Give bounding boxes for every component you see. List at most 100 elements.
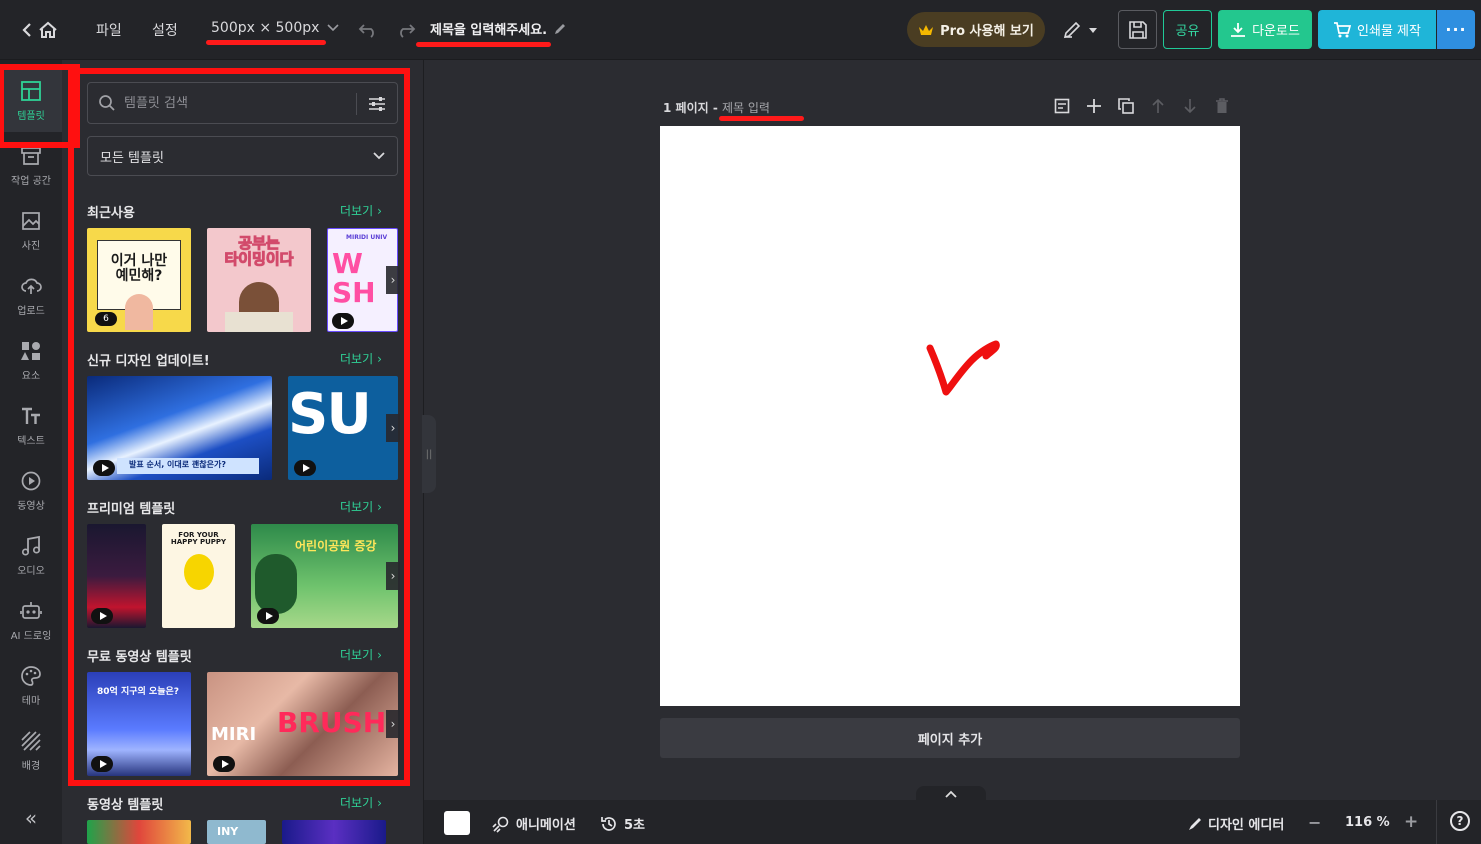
rail-item-elements[interactable]: 요소 [0, 330, 62, 392]
rail-item-text[interactable]: 텍스트 [0, 395, 62, 457]
add-page-button[interactable]: 페이지 추가 [660, 718, 1240, 758]
chevron-right-icon: › [377, 795, 382, 810]
panel-resize-handle[interactable]: || [422, 415, 436, 493]
see-more-label: 더보기 [340, 796, 374, 810]
document-title-text: 제목을 입력해주세요. [430, 23, 548, 38]
home-icon [39, 21, 57, 38]
rail-label: 텍스트 [17, 436, 45, 447]
canvas-size-label: 500px × 500px [211, 20, 320, 36]
trash-icon [1216, 98, 1228, 113]
share-button[interactable]: 공유 [1163, 10, 1212, 49]
crown-icon [919, 24, 934, 35]
upload-cloud-icon [21, 278, 42, 294]
save-button[interactable] [1118, 10, 1157, 49]
chevron-left-icon [22, 23, 31, 37]
archive-icon [21, 147, 41, 165]
download-button[interactable]: 다운로드 [1218, 10, 1312, 49]
annotation-underline-size [206, 40, 326, 45]
draw-tool-dropdown[interactable] [1058, 18, 1102, 42]
text-icon [22, 407, 40, 424]
annotation-underline-title [416, 42, 551, 47]
print-order-button[interactable]: 인쇄물 제작 [1318, 10, 1436, 49]
rail-item-background[interactable]: 배경 [0, 720, 62, 782]
design-canvas[interactable] [660, 126, 1240, 706]
checkmark-drawing [926, 340, 1000, 396]
design-editor-label: 디자인 에디터 [1208, 818, 1285, 833]
pencil-icon [555, 23, 566, 34]
robot-icon [20, 602, 42, 619]
annotation-underline-page-title [719, 116, 804, 121]
play-circle-icon [21, 471, 41, 491]
print-order-label: 인쇄물 제작 [1357, 24, 1421, 39]
pro-trial-button[interactable]: Pro 사용해 보기 [907, 12, 1045, 47]
rail-item-audio[interactable]: 오디오 [0, 525, 62, 587]
rail-label: AI 드로잉 [10, 631, 52, 642]
document-title[interactable]: 제목을 입력해주세요. [430, 19, 567, 38]
zoom-level[interactable]: 116 % [1345, 815, 1390, 830]
more-options-button[interactable]: ··· [1437, 10, 1475, 49]
add-page-icon-button[interactable] [1085, 97, 1103, 115]
page-header: 1 페이지 - 제목 입력 [663, 99, 770, 116]
page-memo-button[interactable] [1053, 97, 1071, 115]
rail-item-photos[interactable]: 사진 [0, 200, 62, 262]
rail-label: 작업 공간 [11, 176, 51, 187]
see-more-video[interactable]: 더보기 › [340, 794, 382, 811]
section-title-video: 동영상 템플릿 [87, 798, 164, 813]
rail-item-theme[interactable]: 테마 [0, 655, 62, 717]
cart-icon [1334, 21, 1352, 37]
download-icon [1231, 22, 1246, 37]
animation-label: 애니메이션 [516, 818, 576, 833]
move-page-up-button[interactable] [1149, 97, 1167, 115]
duplicate-page-button[interactable] [1117, 97, 1135, 115]
shapes-icon [21, 342, 40, 360]
annotation-box-template-panel [68, 68, 410, 786]
undo-button[interactable] [356, 18, 380, 42]
zoom-in-button[interactable]: + [1404, 812, 1418, 832]
page-number-label: 1 페이지 - [663, 101, 722, 115]
canvas-size-dropdown[interactable]: 500px × 500px [211, 20, 339, 36]
rail-item-video[interactable]: 동영상 [0, 460, 62, 522]
hatch-icon [21, 731, 41, 751]
page-title-input[interactable]: 제목 입력 [722, 101, 770, 115]
zoom-out-button[interactable]: − [1308, 813, 1321, 832]
template-thumb-video-2[interactable]: INY [207, 820, 266, 844]
template-thumb-video-1[interactable] [87, 820, 191, 844]
page-duration-button[interactable]: 5초 [600, 814, 645, 833]
menu-file[interactable]: 파일 [96, 20, 122, 40]
back-home-button[interactable] [18, 18, 62, 42]
bottom-divider [1436, 800, 1437, 844]
chevron-down-icon [327, 24, 339, 32]
background-color-swatch[interactable] [444, 811, 470, 835]
rail-label: 테마 [21, 696, 41, 707]
menu-settings[interactable]: 설정 [152, 20, 178, 40]
thumb-text: INY [217, 825, 239, 838]
delete-page-button[interactable] [1213, 97, 1231, 115]
pen-icon [1063, 21, 1081, 39]
music-icon [21, 535, 41, 556]
rail-label: 동영상 [17, 501, 45, 512]
template-thumb-video-3[interactable] [282, 820, 386, 844]
undo-icon [358, 24, 374, 38]
top-bar: 파일 설정 500px × 500px 제목을 입력해주세요. Pro 사용해 … [0, 0, 1481, 60]
copy-icon [1118, 98, 1134, 114]
left-rail: 템플릿 작업 공간 사진 업로드 요소 텍스트 동영상 오디오 AI 드로잉 테… [0, 60, 62, 844]
rail-item-ai-drawing[interactable]: AI 드로잉 [0, 590, 62, 652]
arrow-down-icon [1184, 99, 1196, 114]
design-editor-button[interactable]: 디자인 에디터 [1188, 814, 1284, 833]
collapse-panel-button[interactable]: « [0, 800, 62, 836]
download-label: 다운로드 [1252, 24, 1300, 39]
rail-label: 배경 [21, 761, 41, 772]
redo-button[interactable] [394, 18, 418, 42]
image-icon [22, 212, 40, 230]
note-icon [1054, 98, 1070, 114]
help-button[interactable]: ? [1450, 811, 1470, 831]
caret-down-icon [1089, 27, 1097, 33]
animation-button[interactable]: 애니메이션 [492, 814, 576, 833]
plus-icon [1087, 99, 1101, 113]
rail-label: 업로드 [17, 306, 45, 317]
chevron-up-icon [945, 790, 957, 798]
rail-item-upload[interactable]: 업로드 [0, 265, 62, 327]
rail-label: 요소 [21, 371, 41, 382]
pro-trial-label: Pro 사용해 보기 [940, 24, 1034, 39]
move-page-down-button[interactable] [1181, 97, 1199, 115]
